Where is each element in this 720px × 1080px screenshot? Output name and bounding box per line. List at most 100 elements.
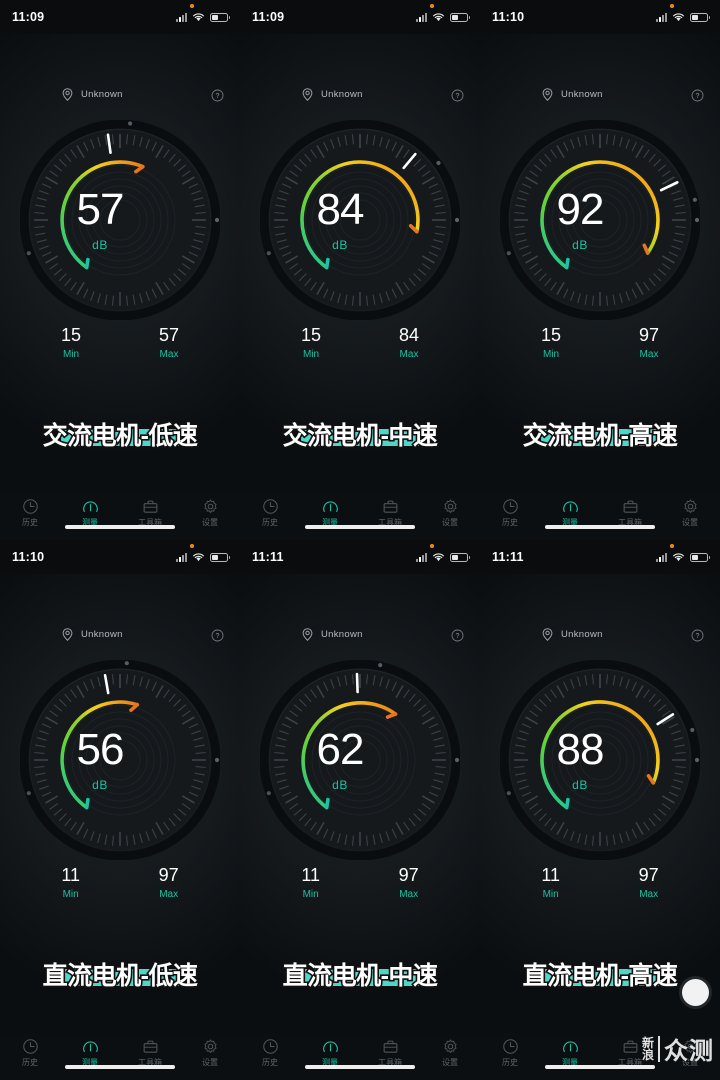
sound-level-gauge[interactable]	[20, 660, 220, 860]
location-display[interactable]: Unknown	[302, 628, 363, 641]
min-value: 11	[301, 865, 320, 885]
min-stat: 15 Min	[61, 325, 81, 360]
phone-screenshot-panel: 11:09 Unknown ?	[0, 0, 241, 540]
tab-gear[interactable]: 设置	[180, 1038, 240, 1068]
bottom-tab-bar: 历史 测量 工具箱 设置	[0, 1034, 240, 1080]
location-label: Unknown	[81, 629, 123, 640]
home-indicator[interactable]	[305, 1065, 415, 1069]
tab-toolbox[interactable]: 工具箱	[120, 1038, 180, 1068]
help-icon[interactable]: ?	[451, 89, 464, 102]
history-clock-icon	[22, 498, 39, 515]
tab-gauge-meter[interactable]: 测量	[540, 498, 600, 528]
help-icon[interactable]: ?	[691, 89, 704, 102]
location-label: Unknown	[321, 89, 363, 100]
help-icon[interactable]: ?	[691, 629, 704, 642]
status-bar: 11:10	[0, 540, 240, 574]
tab-gauge-meter[interactable]: 测量	[60, 1038, 120, 1068]
tab-gauge-meter[interactable]: 测量	[300, 498, 360, 528]
tab-history-clock[interactable]: 历史	[240, 1038, 300, 1068]
gauge-container: 62 dB	[240, 660, 480, 860]
recording-indicator-dot	[190, 544, 194, 548]
recording-indicator-dot	[670, 4, 674, 8]
sound-level-gauge[interactable]	[260, 120, 460, 320]
tab-gear[interactable]: 设置	[420, 1038, 480, 1068]
cellular-signal-icon	[656, 12, 667, 22]
tab-gear[interactable]: 设置	[420, 498, 480, 528]
location-display[interactable]: Unknown	[302, 88, 363, 101]
location-display[interactable]: Unknown	[62, 88, 123, 101]
min-label: Min	[542, 889, 559, 900]
min-label: Min	[302, 349, 320, 360]
watermark-brand-bottom: 浪	[641, 1047, 654, 1062]
max-label: Max	[159, 349, 179, 360]
phone-screenshot-panel: 11:10 Unknown ?	[0, 540, 241, 1080]
caption-text: 交流电机-高速	[521, 420, 680, 451]
location-label: Unknown	[321, 629, 363, 640]
battery-icon	[690, 12, 710, 22]
tab-history-clock[interactable]: 历史	[0, 498, 60, 528]
sina-zhongce-watermark: 新 浪 众测	[642, 1031, 714, 1066]
tab-label: 设置	[202, 1058, 218, 1067]
wifi-icon	[193, 553, 204, 562]
sound-level-gauge[interactable]	[500, 120, 700, 320]
status-time: 11:11	[252, 550, 284, 564]
location-pin-icon	[542, 628, 553, 641]
tab-history-clock[interactable]: 历史	[0, 1038, 60, 1068]
sound-level-gauge[interactable]	[260, 660, 460, 860]
home-indicator[interactable]	[545, 1065, 655, 1069]
sound-level-gauge[interactable]	[20, 120, 220, 320]
tab-history-clock[interactable]: 历史	[480, 1038, 540, 1068]
location-display[interactable]: Unknown	[62, 628, 123, 641]
home-indicator[interactable]	[545, 525, 655, 529]
help-icon[interactable]: ?	[451, 629, 464, 642]
location-pin-icon	[302, 628, 313, 641]
tab-gauge-meter[interactable]: 测量	[60, 498, 120, 528]
max-label: Max	[639, 889, 659, 900]
tab-history-clock[interactable]: 历史	[480, 498, 540, 528]
min-max-row: 15 Min 97 Max	[480, 325, 720, 360]
max-value: 97	[158, 865, 179, 885]
min-max-row: 11 Min 97 Max	[0, 865, 240, 900]
home-indicator[interactable]	[65, 1065, 175, 1069]
tab-history-clock[interactable]: 历史	[240, 498, 300, 528]
history-clock-icon	[502, 498, 519, 515]
tab-gear[interactable]: 设置	[180, 498, 240, 528]
tab-gear[interactable]: 设置	[660, 498, 720, 528]
tab-gauge-meter[interactable]: 测量	[540, 1038, 600, 1068]
svg-text:?: ?	[456, 93, 460, 100]
status-time: 11:09	[252, 10, 285, 24]
history-clock-icon	[22, 1038, 39, 1055]
tab-label: 历史	[262, 518, 278, 527]
gear-icon	[682, 498, 699, 515]
help-icon[interactable]: ?	[211, 89, 224, 102]
tab-toolbox[interactable]: 工具箱	[120, 498, 180, 528]
min-max-row: 15 Min 84 Max	[240, 325, 480, 360]
gauge-meter-icon	[562, 1038, 579, 1055]
gear-icon	[442, 1038, 459, 1055]
phone-screenshot-panel: 11:09 Unknown ?	[240, 0, 481, 540]
sound-level-gauge[interactable]	[500, 660, 700, 860]
tab-toolbox[interactable]: 工具箱	[600, 498, 660, 528]
home-indicator[interactable]	[65, 525, 175, 529]
tab-toolbox[interactable]: 工具箱	[360, 1038, 420, 1068]
annotation-caption: 直流电机-低速	[0, 944, 240, 1004]
location-label: Unknown	[81, 89, 123, 100]
tab-toolbox[interactable]: 工具箱	[360, 498, 420, 528]
min-stat: 15 Min	[301, 325, 321, 360]
location-pin-icon	[62, 628, 73, 641]
help-icon[interactable]: ?	[211, 629, 224, 642]
floating-action-button[interactable]	[682, 979, 709, 1006]
location-display[interactable]: Unknown	[542, 88, 603, 101]
min-max-row: 11 Min 97 Max	[480, 865, 720, 900]
gauge-header: Unknown ?	[240, 628, 480, 650]
home-indicator[interactable]	[305, 525, 415, 529]
gauge-meter-icon	[82, 498, 99, 515]
gauge-header: Unknown ?	[0, 88, 240, 110]
max-label: Max	[399, 349, 419, 360]
min-value: 15	[540, 325, 562, 345]
location-display[interactable]: Unknown	[542, 628, 603, 641]
gauge-meter-icon	[322, 1038, 339, 1055]
tab-gauge-meter[interactable]: 测量	[300, 1038, 360, 1068]
min-label: Min	[302, 889, 319, 900]
wifi-icon	[673, 553, 684, 562]
